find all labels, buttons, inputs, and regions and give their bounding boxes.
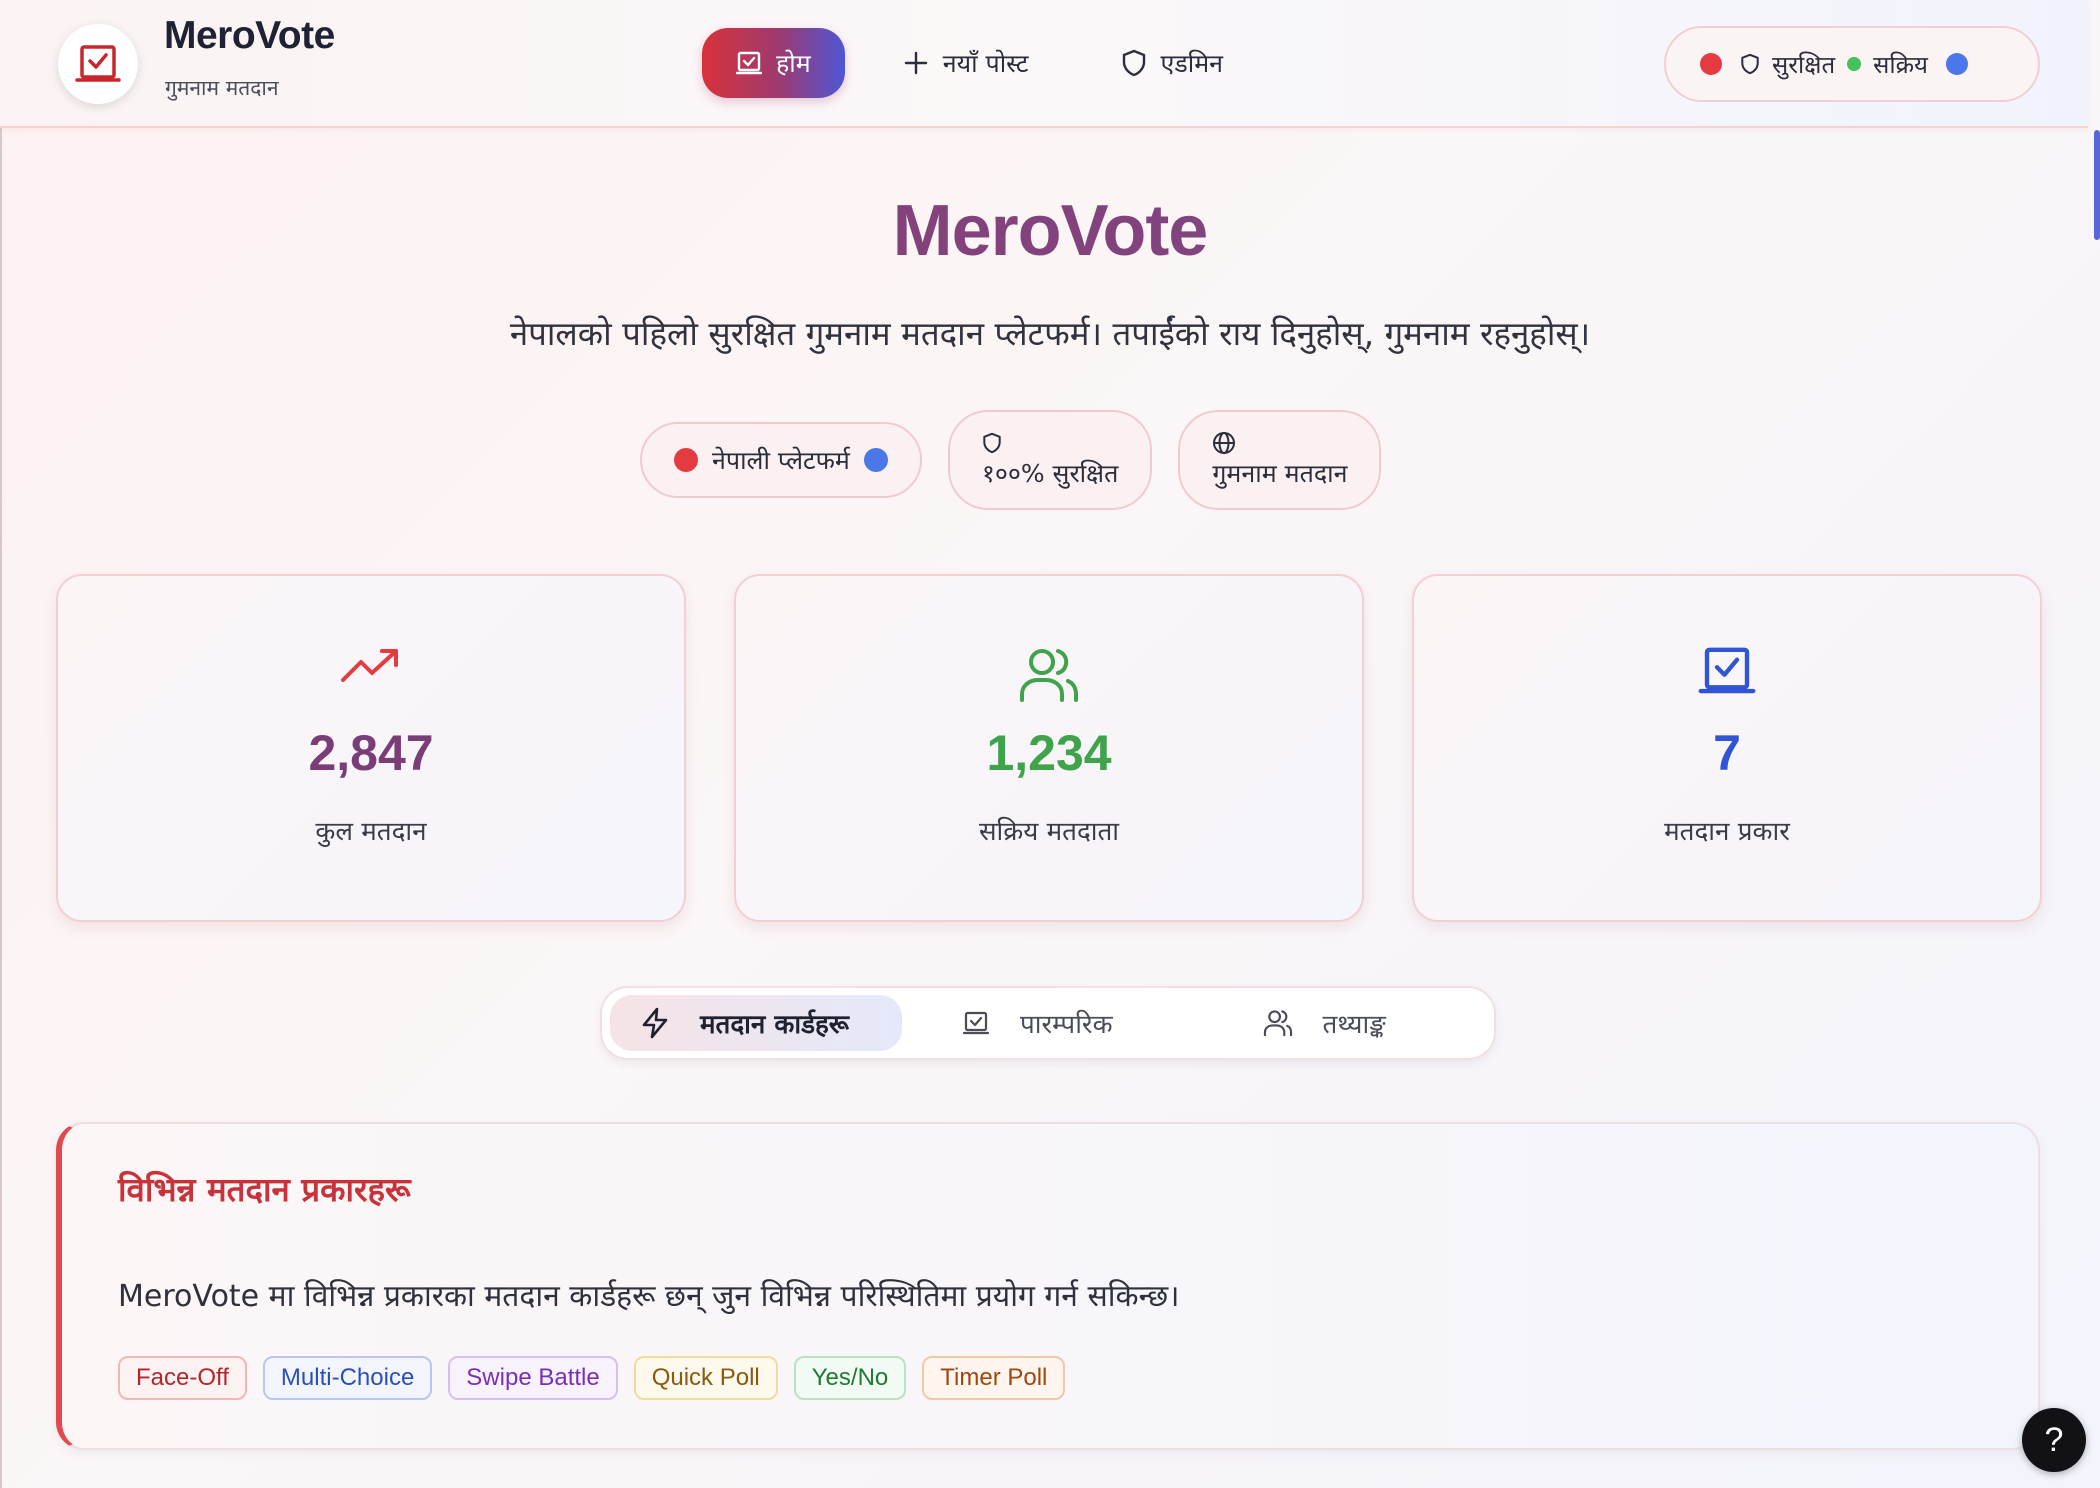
stat-card-total-votes: 2,847 कुल मतदान bbox=[56, 574, 686, 922]
badge-secure: १००% सुरक्षित bbox=[947, 410, 1153, 510]
vote-types-info-card: विभिन्न मतदान प्रकारहरू MeroVote मा विभि… bbox=[56, 1122, 2040, 1450]
brand-subtitle: गुमनाम मतदान bbox=[165, 76, 279, 100]
vote-type-chips: Face-Off Multi-Choice Swipe Battle Quick… bbox=[118, 1356, 1066, 1400]
stat-value: 2,847 bbox=[308, 725, 434, 781]
stat-label: सक्रिय मतदाता bbox=[978, 817, 1120, 847]
chip-swipe-battle[interactable]: Swipe Battle bbox=[448, 1356, 618, 1400]
nav-admin-label: एडमिन bbox=[1160, 49, 1224, 78]
nav-home-button[interactable]: होम bbox=[702, 28, 845, 98]
stat-card-active-voters: 1,234 सक्रिय मतदाता bbox=[734, 574, 1364, 922]
secure-status-label: सुरक्षित bbox=[1772, 50, 1836, 79]
stat-label: मतदान प्रकार bbox=[1664, 817, 1790, 847]
red-dot bbox=[674, 448, 698, 472]
tab-traditional[interactable]: पारम्परिक bbox=[932, 995, 1143, 1051]
chip-multi-choice[interactable]: Multi-Choice bbox=[262, 1356, 433, 1400]
feature-badges: नेपाली प्लेटफर्म १००% सुरक्षित गुमनाम मत… bbox=[640, 410, 1382, 510]
active-status-label: सक्रिय bbox=[1873, 50, 1928, 79]
nav-new-post-button[interactable]: नयाँ पोस्ट bbox=[869, 28, 1063, 98]
hero-tagline: नेपालको पहिलो सुरक्षित गुमनाम मतदान प्ले… bbox=[509, 314, 1591, 353]
ballot-box-icon bbox=[962, 1011, 990, 1035]
shield-icon bbox=[1122, 49, 1145, 77]
nav-new-post-label: नयाँ पोस्ट bbox=[942, 49, 1029, 78]
shield-icon bbox=[983, 432, 1001, 454]
stat-value: 7 bbox=[1713, 725, 1741, 781]
tab-statistics[interactable]: तथ्याङ्क bbox=[1233, 995, 1416, 1051]
brand-name[interactable]: MeroVote bbox=[164, 14, 335, 58]
lightning-icon bbox=[642, 1007, 668, 1039]
badge-nepali-platform: नेपाली प्लेटफर्म bbox=[640, 422, 922, 498]
chip-yes-no[interactable]: Yes/No bbox=[793, 1356, 907, 1400]
ballot-box-icon bbox=[736, 51, 762, 75]
ballot-box-icon bbox=[1698, 647, 1756, 694]
green-dot bbox=[1847, 57, 1862, 71]
badge-label: नेपाली प्लेटफर्म bbox=[712, 446, 850, 475]
stat-label: कुल मतदान bbox=[315, 817, 427, 847]
shield-icon bbox=[1741, 53, 1759, 75]
stat-value: 1,234 bbox=[986, 725, 1112, 781]
badge-anonymous: गुमनाम मतदान bbox=[1178, 410, 1382, 510]
badge-label: गुमनाम मतदान bbox=[1212, 459, 1348, 488]
tab-label: मतदान कार्डहरू bbox=[700, 1010, 850, 1040]
tab-label: पारम्परिक bbox=[1020, 1010, 1113, 1040]
nav-home-label: होम bbox=[776, 49, 811, 78]
chip-quick-poll[interactable]: Quick Poll bbox=[633, 1356, 778, 1400]
trending-up-icon bbox=[341, 649, 398, 682]
badge-label: १००% सुरक्षित bbox=[981, 459, 1119, 488]
info-title: विभिन्न मतदान प्रकारहरू bbox=[118, 1170, 411, 1209]
stat-card-vote-types: 7 मतदान प्रकार bbox=[1412, 574, 2042, 922]
help-button[interactable]: ? bbox=[2022, 1408, 2086, 1472]
tab-label: तथ्याङ्क bbox=[1322, 1010, 1386, 1040]
users-icon bbox=[1263, 1010, 1292, 1037]
info-text: MeroVote मा विभिन्न प्रकारका मतदान कार्ड… bbox=[118, 1279, 1180, 1314]
blue-dot bbox=[1945, 53, 1968, 75]
top-header: MeroVote गुमनाम मतदान होम नयाँ पोस्ट एडम… bbox=[0, 0, 2088, 128]
nav-admin-button[interactable]: एडमिन bbox=[1087, 28, 1258, 98]
chip-face-off[interactable]: Face-Off bbox=[118, 1356, 247, 1400]
view-tabs: मतदान कार्डहरू पारम्परिक तथ्याङ्क bbox=[600, 986, 1496, 1060]
hero-title: MeroVote bbox=[0, 190, 2100, 272]
users-icon bbox=[1020, 649, 1078, 702]
plus-icon bbox=[904, 51, 927, 75]
red-dot bbox=[1700, 53, 1722, 75]
ballot-box-icon bbox=[75, 45, 121, 82]
globe-icon bbox=[1213, 432, 1236, 454]
blue-dot bbox=[863, 448, 888, 472]
tab-vote-cards[interactable]: मतदान कार्डहरू bbox=[610, 995, 902, 1051]
main-nav: होम नयाँ पोस्ट एडमिन bbox=[702, 28, 1257, 98]
logo[interactable] bbox=[58, 24, 138, 104]
security-status-pill: सुरक्षित सक्रिय bbox=[1664, 26, 2040, 102]
chip-timer-poll[interactable]: Timer Poll bbox=[922, 1356, 1066, 1400]
